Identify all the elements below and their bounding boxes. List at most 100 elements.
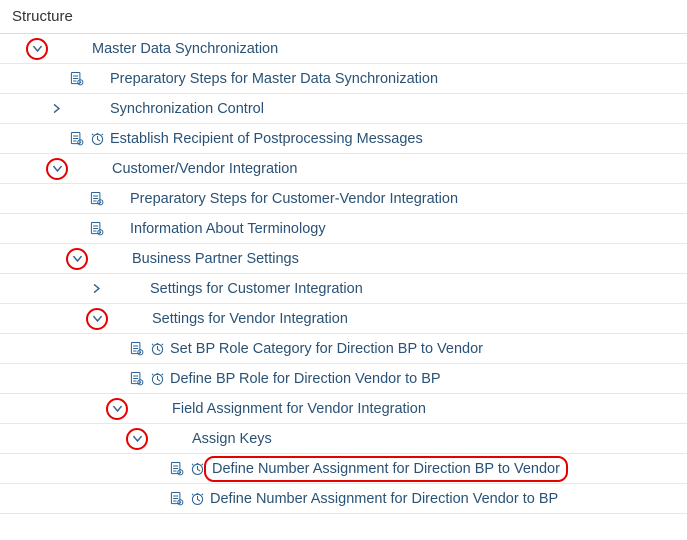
tree-container: Master Data Synchronization Preparatory S… [0, 34, 687, 514]
tree-row: Field Assignment for Vendor Integration [0, 394, 687, 424]
indent-spacer [46, 498, 66, 499]
indent-spacer [66, 408, 86, 409]
indent-spacer [6, 378, 26, 379]
document-icon[interactable] [68, 70, 85, 87]
tree-node-label[interactable]: Business Partner Settings [130, 251, 299, 267]
tree-row: Information About Terminology [0, 214, 687, 244]
tree-node-label[interactable]: Define Number Assignment for Direction V… [208, 491, 558, 507]
indent-spacer [46, 228, 66, 229]
chevron-right-icon[interactable] [86, 279, 106, 299]
chevron-down-icon[interactable] [126, 428, 148, 450]
row-icons [166, 490, 208, 507]
indent-spacer [66, 318, 86, 319]
tree-row: Establish Recipient of Postprocessing Me… [0, 124, 687, 154]
tree-row: Preparatory Steps for Customer-Vendor In… [0, 184, 687, 214]
tree-row: Master Data Synchronization [0, 34, 687, 64]
tree-node-label[interactable]: Settings for Customer Integration [148, 281, 363, 297]
indent-spacer [46, 258, 66, 259]
chevron-down-icon[interactable] [66, 248, 88, 270]
indent-spacer [6, 468, 26, 469]
indent-spacer [46, 438, 66, 439]
indent-spacer [106, 438, 126, 439]
indent-spacer [6, 348, 26, 349]
indent-spacer [46, 198, 66, 199]
tree-node-label[interactable]: Information About Terminology [128, 221, 326, 237]
activity-clock-icon[interactable] [89, 130, 106, 147]
indent-spacer [6, 408, 26, 409]
indent-spacer [26, 408, 46, 409]
tree-node-label[interactable]: Establish Recipient of Postprocessing Me… [108, 131, 423, 147]
tree-row: Define Number Assignment for Direction B… [0, 454, 687, 484]
indent-spacer [86, 408, 106, 409]
indent-spacer [6, 78, 26, 79]
document-icon[interactable] [168, 460, 185, 477]
row-icons [66, 70, 108, 87]
tree-node-label[interactable]: Assign Keys [190, 431, 272, 447]
header-title: Structure [12, 8, 73, 25]
chevron-down-icon[interactable] [86, 308, 108, 330]
indent-spacer [26, 288, 46, 289]
tree-row: Assign Keys [0, 424, 687, 454]
indent-spacer [6, 48, 26, 49]
document-icon[interactable] [88, 190, 105, 207]
tree-node-label[interactable]: Preparatory Steps for Master Data Synchr… [108, 71, 438, 87]
row-icons [166, 460, 208, 477]
chevron-down-icon[interactable] [46, 158, 68, 180]
tree-node-label[interactable]: Synchronization Control [108, 101, 264, 117]
chevron-down-icon[interactable] [26, 38, 48, 60]
chevron-right-icon[interactable] [46, 99, 66, 119]
tree-node-label[interactable]: Set BP Role Category for Direction BP to… [168, 341, 483, 357]
tree-row: Set BP Role Category for Direction BP to… [0, 334, 687, 364]
indent-spacer [46, 288, 66, 289]
indent-spacer [26, 348, 46, 349]
indent-spacer [46, 408, 66, 409]
indent-spacer [46, 378, 66, 379]
document-icon[interactable] [168, 490, 185, 507]
indent-spacer [66, 468, 86, 469]
tree-row: Define BP Role for Direction Vendor to B… [0, 364, 687, 394]
tree-row: Settings for Vendor Integration [0, 304, 687, 334]
indent-spacer [6, 498, 26, 499]
indent-spacer [126, 468, 146, 469]
indent-spacer [26, 438, 46, 439]
row-icons [126, 340, 168, 357]
indent-spacer [6, 288, 26, 289]
indent-spacer [26, 168, 46, 169]
tree-node-label[interactable]: Customer/Vendor Integration [110, 161, 297, 177]
indent-spacer [6, 108, 26, 109]
tree-node-label[interactable]: Master Data Synchronization [90, 41, 278, 57]
chevron-down-icon[interactable] [106, 398, 128, 420]
tree-node-label[interactable]: Field Assignment for Vendor Integration [170, 401, 426, 417]
indent-spacer [26, 108, 46, 109]
activity-clock-icon[interactable] [149, 340, 166, 357]
indent-spacer [66, 438, 86, 439]
indent-spacer [86, 438, 106, 439]
row-icons [86, 220, 128, 237]
indent-spacer [26, 78, 46, 79]
indent-spacer [6, 228, 26, 229]
tree-node-label[interactable]: Define Number Assignment for Direction B… [204, 456, 568, 482]
document-icon[interactable] [88, 220, 105, 237]
row-icons [86, 190, 128, 207]
tree-node-label[interactable]: Preparatory Steps for Customer-Vendor In… [128, 191, 458, 207]
activity-clock-icon[interactable] [189, 490, 206, 507]
document-icon[interactable] [128, 370, 145, 387]
indent-spacer [86, 378, 106, 379]
indent-spacer [86, 348, 106, 349]
document-icon[interactable] [68, 130, 85, 147]
indent-spacer [26, 138, 46, 139]
tree-row: Preparatory Steps for Master Data Synchr… [0, 64, 687, 94]
row-icons [66, 130, 108, 147]
indent-spacer [6, 168, 26, 169]
indent-spacer [26, 198, 46, 199]
indent-spacer [66, 378, 86, 379]
tree-row: Business Partner Settings [0, 244, 687, 274]
activity-clock-icon[interactable] [149, 370, 166, 387]
document-icon[interactable] [128, 340, 145, 357]
indent-spacer [26, 378, 46, 379]
structure-header: Structure [0, 0, 687, 34]
indent-spacer [126, 498, 146, 499]
tree-node-label[interactable]: Settings for Vendor Integration [150, 311, 348, 327]
tree-row: Define Number Assignment for Direction V… [0, 484, 687, 514]
tree-node-label[interactable]: Define BP Role for Direction Vendor to B… [168, 371, 441, 387]
